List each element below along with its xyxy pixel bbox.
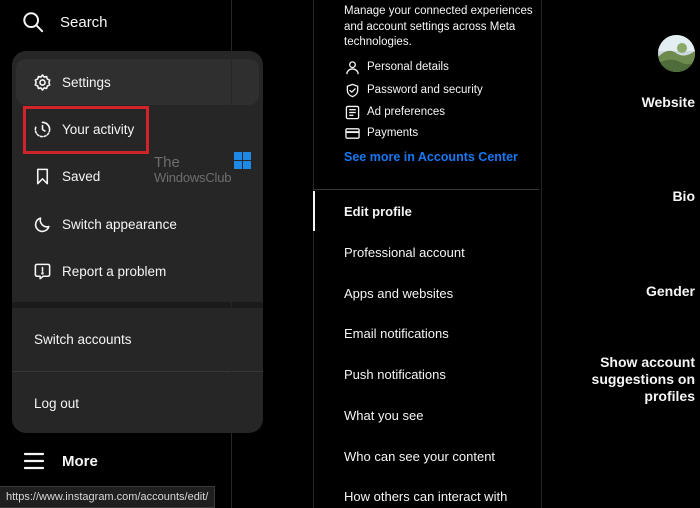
- activity-icon: [32, 119, 52, 139]
- settings-nav-panel: Manage your connected experiences and ac…: [313, 0, 542, 508]
- menu-divider: [12, 371, 263, 372]
- nav-item-professional-account[interactable]: Professional account: [344, 245, 465, 260]
- edit-profile-form: Website Bio Gender Show account suggesti…: [542, 0, 700, 508]
- see-more-accounts-center-link[interactable]: See more in Accounts Center: [344, 150, 518, 164]
- hamburger-icon: [24, 452, 44, 470]
- menu-item-label: Settings: [62, 74, 111, 90]
- more-nav-item[interactable]: More: [24, 449, 98, 473]
- menu-item-report-problem[interactable]: Report a problem: [12, 248, 263, 294]
- menu-separator: [12, 302, 263, 308]
- active-indicator: [313, 191, 315, 231]
- nav-item-what-you-see[interactable]: What you see: [344, 408, 424, 423]
- accounts-link-ad-preferences[interactable]: Ad preferences: [344, 102, 445, 122]
- accounts-center-description: Manage your connected experiences and ac…: [344, 5, 533, 48]
- menu-item-label: Your activity: [62, 121, 135, 137]
- link-label: Password and security: [367, 84, 483, 96]
- more-label: More: [62, 452, 98, 470]
- link-label: Payments: [367, 127, 419, 139]
- avatar[interactable]: [658, 35, 695, 72]
- field-label-website: Website: [641, 94, 695, 110]
- accounts-link-password-security[interactable]: Password and security: [344, 80, 483, 100]
- moon-icon: [32, 214, 52, 234]
- card-icon: [344, 125, 360, 141]
- watermark-line1: The: [154, 154, 180, 171]
- menu-item-label: Switch appearance: [62, 216, 177, 232]
- menu-item-your-activity[interactable]: Your activity: [12, 106, 263, 152]
- divider: [231, 0, 232, 508]
- windows-logo-icon: [234, 152, 251, 169]
- accounts-link-personal-details[interactable]: Personal details: [344, 57, 449, 77]
- person-icon: [344, 59, 360, 75]
- report-icon: [32, 261, 52, 281]
- field-label-account-suggestions: Show account suggestions on profiles: [591, 354, 695, 404]
- field-label-bio: Bio: [672, 188, 695, 204]
- watermark: The WindowsClub: [150, 152, 252, 188]
- nav-item-edit-profile[interactable]: Edit profile: [344, 204, 412, 219]
- search-icon: [23, 12, 44, 33]
- nav-item-email-notifications[interactable]: Email notifications: [344, 326, 449, 341]
- menu-item-label: Saved: [62, 168, 101, 184]
- gear-icon: [32, 72, 52, 92]
- ad-icon: [344, 104, 360, 120]
- menu-item-switch-appearance[interactable]: Switch appearance: [12, 201, 263, 247]
- search-nav-item[interactable]: Search: [22, 8, 108, 36]
- switch-accounts-button[interactable]: Switch accounts: [34, 332, 132, 347]
- search-label: Search: [60, 13, 108, 31]
- link-label: Ad preferences: [367, 106, 445, 118]
- status-url: https://www.instagram.com/accounts/edit/: [0, 486, 216, 508]
- field-label-gender: Gender: [645, 283, 695, 299]
- more-menu: Settings Your activity Saved Switch appe…: [12, 51, 263, 433]
- divider: [313, 189, 539, 190]
- nav-item-who-can-see[interactable]: Who can see your content: [344, 449, 495, 464]
- menu-item-settings[interactable]: Settings: [16, 59, 259, 105]
- bookmark-icon: [32, 166, 52, 186]
- left-sidebar: Search Settings Your activity Saved Swit…: [0, 0, 263, 508]
- link-label: Personal details: [367, 61, 449, 73]
- nav-item-apps-websites[interactable]: Apps and websites: [344, 286, 453, 301]
- log-out-button[interactable]: Log out: [34, 396, 79, 411]
- shield-icon: [344, 82, 360, 98]
- nav-item-push-notifications[interactable]: Push notifications: [344, 367, 446, 382]
- nav-item-how-others-interact[interactable]: How others can interact with: [344, 489, 507, 504]
- menu-item-label: Report a problem: [62, 263, 167, 279]
- watermark-line2: WindowsClub: [154, 170, 232, 185]
- accounts-link-payments[interactable]: Payments: [344, 123, 418, 143]
